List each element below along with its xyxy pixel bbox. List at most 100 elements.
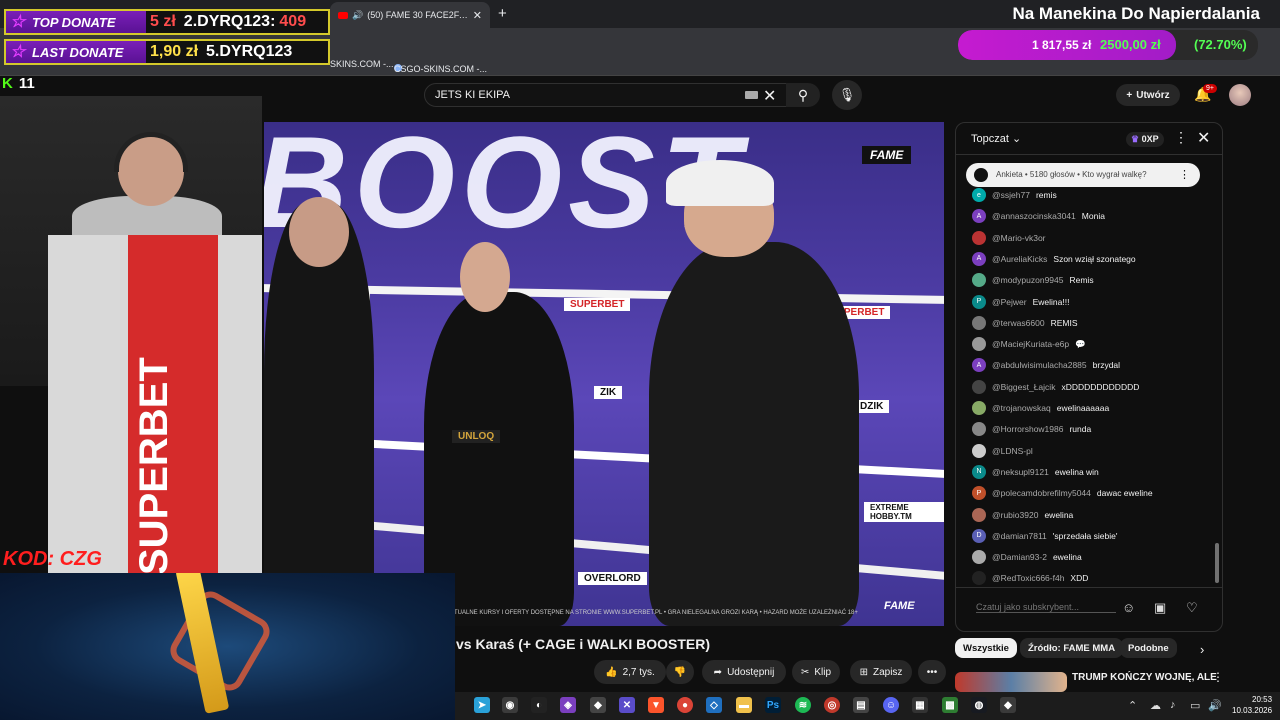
voice-search-button[interactable]: 🎙: [832, 80, 862, 110]
brave-icon[interactable]: ▼: [648, 697, 664, 713]
app-icon[interactable]: ◆: [590, 697, 606, 713]
chat-avatar[interactable]: e: [972, 188, 986, 202]
tab-close-icon[interactable]: ✕: [473, 9, 482, 22]
chat-author[interactable]: @RedToxic666-f4h: [992, 573, 1064, 583]
chat-author[interactable]: @AureliaKicks: [992, 254, 1047, 264]
taskbar-clock[interactable]: 20:53 10.03.2026: [1232, 694, 1272, 716]
tray-mic-icon[interactable]: ♪: [1170, 699, 1176, 711]
poll-banner[interactable]: Ankieta • 5180 głosów • Kto wygrał walkę…: [966, 163, 1200, 187]
emoji-icon[interactable]: ☺: [1122, 600, 1135, 615]
app-icon[interactable]: ▦: [912, 697, 928, 713]
chat-author[interactable]: @Horrorshow1986: [992, 424, 1063, 434]
chat-avatar[interactable]: [972, 315, 986, 330]
chat-avatar[interactable]: P: [972, 486, 986, 501]
chat-avatar[interactable]: [972, 550, 986, 565]
app-icon[interactable]: ✕: [619, 697, 635, 713]
chat-avatar[interactable]: N: [972, 464, 986, 479]
chat-author[interactable]: @modypuzon9945: [992, 275, 1063, 285]
keyboard-icon[interactable]: [745, 91, 758, 99]
chat-avatar[interactable]: A: [972, 358, 986, 373]
chat-author[interactable]: @polecamdobrefilmy5044: [992, 488, 1091, 498]
chat-author[interactable]: @Mario-vk3or: [992, 233, 1046, 243]
chevron-right-icon[interactable]: ›: [1200, 642, 1204, 657]
chat-author[interactable]: @Biggest_Łajcik: [992, 382, 1055, 392]
poll-more-icon[interactable]: ⋮: [1179, 168, 1190, 181]
chrome-icon[interactable]: ●: [677, 697, 693, 713]
app-icon[interactable]: ◐: [531, 697, 547, 713]
more-actions-button[interactable]: •••: [918, 660, 946, 684]
chip-related[interactable]: Podobne: [1120, 638, 1177, 658]
chat-close-icon[interactable]: ✕: [1197, 128, 1210, 148]
chat-avatar[interactable]: [972, 230, 986, 245]
chat-avatar[interactable]: [972, 379, 986, 394]
chat-avatar[interactable]: D: [972, 528, 986, 543]
chat-author[interactable]: @abdulwisimulacha2885: [992, 360, 1087, 370]
tray-volume-icon[interactable]: 🔊: [1208, 699, 1222, 712]
chat-avatar[interactable]: [972, 273, 986, 288]
tray-chevron-up-icon[interactable]: ⌃: [1128, 699, 1137, 712]
chat-avatar[interactable]: [972, 507, 986, 522]
chat-author[interactable]: @MaciejKuriata-e6p: [992, 339, 1069, 349]
discord-icon[interactable]: ☺: [883, 697, 899, 713]
chat-avatar[interactable]: [972, 401, 986, 415]
chat-input[interactable]: [976, 602, 1116, 613]
recommended-more-icon[interactable]: ⋮: [1212, 670, 1224, 684]
camera-icon[interactable]: ◉: [502, 697, 518, 713]
chat-avatar[interactable]: [972, 571, 986, 586]
app-icon[interactable]: ◆: [1000, 697, 1016, 713]
tray-network-icon[interactable]: ▭: [1190, 699, 1200, 712]
chat-author[interactable]: @terwas6600: [992, 318, 1045, 328]
heart-icon[interactable]: ♡: [1186, 600, 1198, 616]
chat-avatar[interactable]: A: [972, 251, 986, 266]
save-button[interactable]: ⊞ Zapisz: [850, 660, 912, 684]
bookmark-skins[interactable]: SKINS.COM -...: [330, 59, 394, 69]
like-button[interactable]: 👍 2,7 tys.: [594, 660, 666, 684]
video-player[interactable]: BOOST SUPERBET SUPERBET ZIK DZIK SUPERBE…: [264, 122, 944, 626]
account-avatar[interactable]: [1229, 84, 1251, 106]
search-button[interactable]: ⚲: [786, 83, 820, 107]
chat-mode-dropdown[interactable]: Topczat ⌄: [971, 132, 1021, 145]
chat-author[interactable]: @ssjeh77: [992, 190, 1030, 200]
chat-avatar[interactable]: P: [972, 294, 986, 309]
steam-icon[interactable]: ◍: [971, 697, 987, 713]
recommended-title[interactable]: TRUMP KOŃCZY WOJNĘ, ALE: [1072, 672, 1217, 683]
chat-author[interactable]: @annaszocinska3041: [992, 211, 1076, 221]
chat-scrollbar[interactable]: [1215, 543, 1219, 583]
app-icon[interactable]: ▤: [853, 697, 869, 713]
search-input[interactable]: JETS KI EKIPA: [424, 83, 788, 107]
browser-tab-youtube[interactable]: 🔊 (50) FAME 30 FACE2FACE: Wa ✕: [330, 2, 490, 28]
app-icon[interactable]: ◈: [560, 697, 576, 713]
chat-more-icon[interactable]: ⋮: [1174, 129, 1188, 146]
chat-author[interactable]: @rubio3920: [992, 510, 1038, 520]
chat-avatar[interactable]: A: [972, 209, 986, 224]
dislike-button[interactable]: 👎: [666, 660, 694, 684]
share-button[interactable]: ➦ Udostępnij: [702, 660, 786, 684]
app-icon[interactable]: ◎: [824, 697, 840, 713]
chat-author[interactable]: @damian7811: [992, 531, 1047, 541]
recommended-thumbnail[interactable]: [955, 672, 1067, 692]
app-icon[interactable]: ◇: [706, 697, 722, 713]
chat-author[interactable]: @Damian93-2: [992, 552, 1047, 562]
clip-button[interactable]: ✂ Klip: [792, 660, 840, 684]
chat-author[interactable]: @LDNS-pl: [992, 446, 1033, 456]
telegram-icon[interactable]: ➤: [474, 697, 490, 713]
super-chat-icon[interactable]: ▣: [1154, 600, 1166, 616]
new-tab-button[interactable]: +: [498, 5, 507, 22]
chat-author[interactable]: @trojanowskaq: [992, 403, 1051, 413]
folder-icon[interactable]: ▬: [736, 697, 752, 713]
chat-avatar[interactable]: [972, 443, 986, 458]
speaker-icon[interactable]: 🔊: [352, 10, 363, 21]
clear-search-icon[interactable]: ✕: [763, 86, 776, 106]
chip-all[interactable]: Wszystkie: [955, 638, 1017, 658]
chat-author[interactable]: @neksupl9121: [992, 467, 1049, 477]
create-button[interactable]: + Utwórz: [1116, 84, 1180, 106]
spotify-icon[interactable]: ≋: [795, 697, 811, 713]
minecraft-icon[interactable]: ▩: [942, 697, 958, 713]
chat-author[interactable]: @Pejwer: [992, 297, 1027, 307]
chat-avatar[interactable]: [972, 337, 986, 352]
photoshop-icon[interactable]: Ps: [765, 697, 781, 713]
xp-badge[interactable]: ♛ 0XP: [1126, 132, 1164, 147]
tray-cloud-icon[interactable]: ☁: [1150, 699, 1161, 712]
chat-avatar[interactable]: [972, 422, 986, 437]
chip-source[interactable]: Źródło: FAME MMA: [1020, 638, 1124, 658]
